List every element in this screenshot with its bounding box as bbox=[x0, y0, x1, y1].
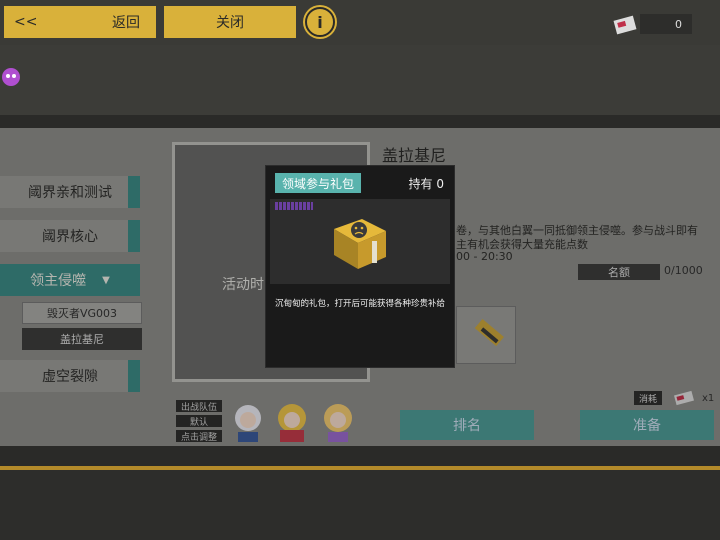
close-button[interactable]: 关闭 bbox=[164, 6, 296, 38]
currency-counter: 0 bbox=[640, 14, 692, 34]
gift-box-icon bbox=[334, 219, 386, 269]
item-holding-count: 持有 0 bbox=[408, 177, 444, 191]
bottom-bar bbox=[0, 470, 720, 540]
item-description: 沉甸甸的礼包，打开后可能获得各种珍贵补给 bbox=[275, 299, 446, 309]
mascot-icon[interactable] bbox=[0, 66, 22, 88]
info-button[interactable]: i bbox=[305, 7, 335, 37]
back-label: 返回 bbox=[112, 15, 140, 31]
item-detail-popup: 领域参与礼包 持有 0 沉甸甸的礼包，打开后可能获得各种珍贵补给 bbox=[265, 165, 455, 368]
popup-title: 领域参与礼包 bbox=[275, 173, 362, 193]
top-bar: << 返回 关闭 i 0 bbox=[0, 0, 720, 45]
ticket-icon bbox=[613, 15, 637, 35]
header-strip bbox=[0, 45, 720, 115]
item-image-frame bbox=[270, 199, 450, 284]
back-button[interactable]: << 返回 bbox=[4, 6, 156, 38]
rarity-stripes bbox=[275, 202, 313, 210]
back-arrows-icon: << bbox=[14, 14, 38, 30]
